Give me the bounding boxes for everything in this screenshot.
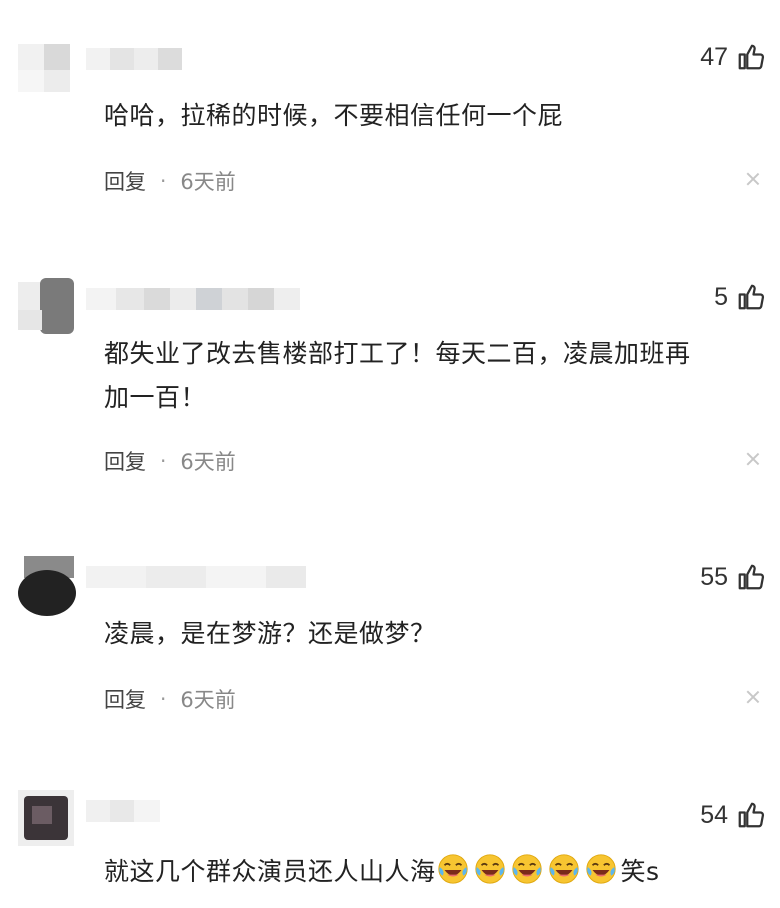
- comment-text: 就这几个群众演员还人山人海 笑s: [104, 850, 760, 894]
- username-blurred[interactable]: [86, 800, 160, 822]
- emoji-row: [436, 854, 621, 886]
- comment-text-prefix: 就这几个群众演员还人山人海: [104, 857, 436, 886]
- laughing-crying-emoji: [548, 854, 579, 884]
- laughing-crying-emoji: [474, 854, 505, 884]
- like-button[interactable]: 54: [700, 800, 766, 830]
- thumbs-up-icon: [738, 802, 765, 828]
- laughing-crying-emoji: [437, 854, 468, 884]
- comment-item: 54 就这几个群众演员还人山人海 笑s: [0, 0, 780, 908]
- laughing-crying-emoji: [585, 854, 616, 884]
- laughing-crying-emoji: [511, 854, 542, 884]
- comment-text-suffix: 笑s: [620, 857, 660, 886]
- like-count: 54: [700, 800, 728, 829]
- avatar[interactable]: [18, 790, 74, 846]
